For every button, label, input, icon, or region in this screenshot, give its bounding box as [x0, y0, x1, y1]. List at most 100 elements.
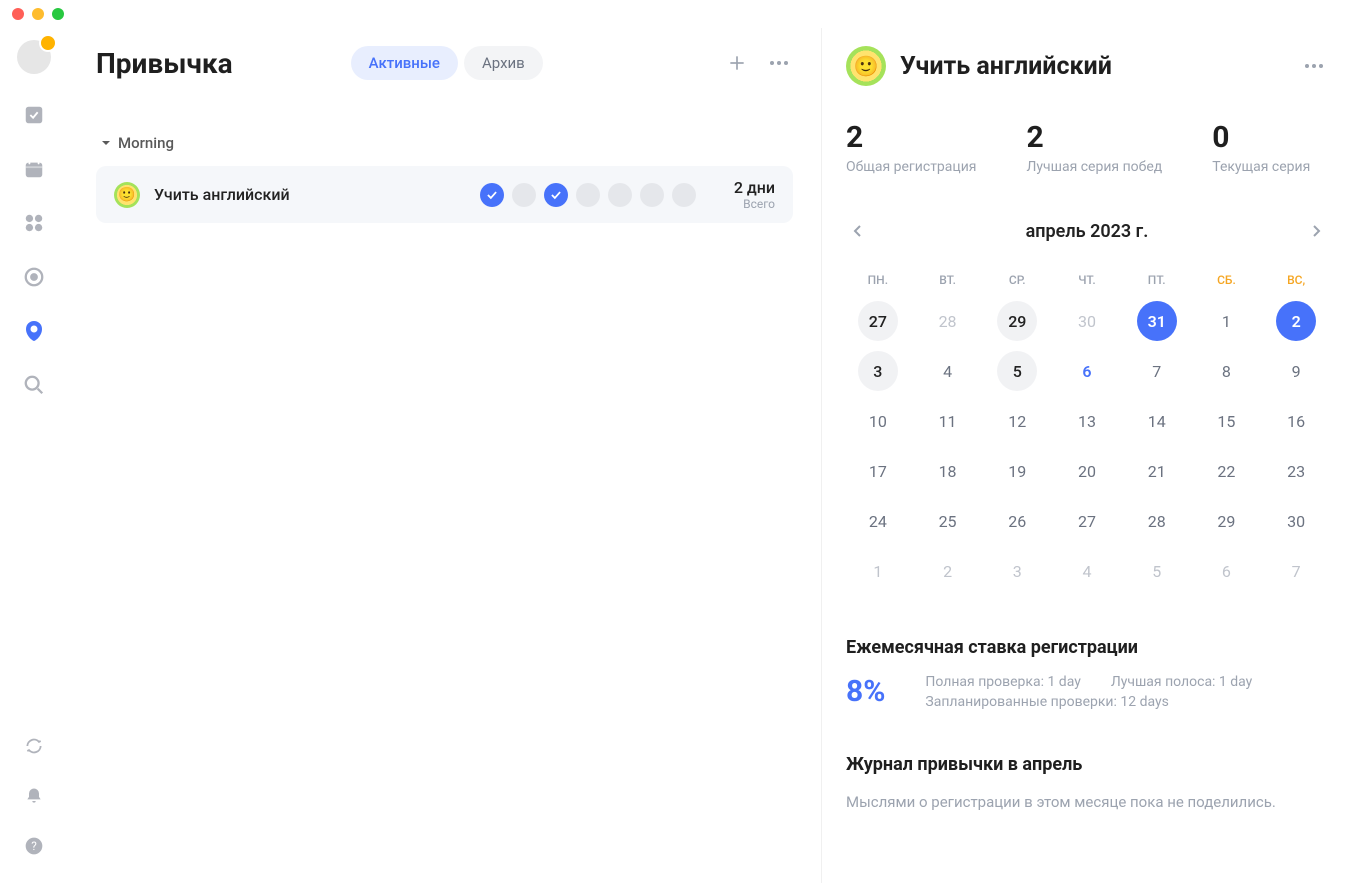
dow-label: ВТ.	[916, 267, 980, 293]
dow-label: ЧТ.	[1055, 267, 1119, 293]
calendar-day[interactable]: 11	[916, 399, 980, 443]
calendar-day[interactable]: 1	[1195, 299, 1259, 343]
calendar-day[interactable]: 18	[916, 449, 980, 493]
window-close-button[interactable]	[12, 8, 24, 20]
avatar[interactable]	[17, 40, 51, 74]
calendar-day[interactable]: 3	[985, 549, 1049, 593]
titlebar	[0, 0, 1352, 28]
calendar-day[interactable]: 4	[1055, 549, 1119, 593]
calendar-day[interactable]: 8	[1195, 349, 1259, 393]
calendar-day[interactable]: 9	[1264, 349, 1328, 393]
habit-meta: 2 дни Всего	[734, 178, 775, 211]
window-minimize-button[interactable]	[32, 8, 44, 20]
calendar-day[interactable]: 7	[1125, 349, 1189, 393]
journal: Журнал привычки в апрель Мыслями о регис…	[846, 754, 1328, 811]
journal-empty: Мыслями о регистрации в этом месяце пока…	[846, 793, 1328, 811]
nav-search[interactable]	[21, 372, 47, 398]
calendar-header: апрель 2023 г.	[846, 219, 1328, 243]
check-empty[interactable]	[672, 183, 696, 207]
nav-tasks[interactable]	[21, 102, 47, 128]
calendar-day[interactable]: 23	[1264, 449, 1328, 493]
calendar-day[interactable]: 3	[846, 349, 910, 393]
detail-title: Учить английский	[900, 52, 1112, 81]
calendar-day[interactable]: 2	[916, 549, 980, 593]
calendar-day[interactable]: 13	[1055, 399, 1119, 443]
calendar-day[interactable]: 19	[985, 449, 1049, 493]
check-done[interactable]	[480, 183, 504, 207]
stats: 2Общая регистрация2Лучшая серия побед0Те…	[846, 120, 1328, 175]
nav-focus[interactable]	[21, 264, 47, 290]
calendar-day[interactable]: 2	[1264, 299, 1328, 343]
stat-item: 2 Общая регистрация	[846, 120, 976, 175]
list-more-button[interactable]	[765, 49, 793, 77]
stat-label: Текущая серия	[1212, 159, 1310, 175]
window-maximize-button[interactable]	[52, 8, 64, 20]
dow-label: СР.	[985, 267, 1049, 293]
calendar-day[interactable]: 15	[1195, 399, 1259, 443]
calendar-day[interactable]: 6	[1195, 549, 1259, 593]
calendar-day[interactable]: 12	[985, 399, 1049, 443]
stat-num: 2	[846, 120, 976, 155]
check-done[interactable]	[544, 183, 568, 207]
calendar-day[interactable]: 29	[1195, 499, 1259, 543]
monthly-planned: Запланированные проверки: 12 days	[925, 694, 1266, 710]
calendar: апрель 2023 г. ПН.ВТ.СР.ЧТ.ПТ.СБ.ВС,2728…	[846, 219, 1328, 593]
calendar-day[interactable]: 28	[1125, 499, 1189, 543]
calendar-day[interactable]: 5	[1125, 549, 1189, 593]
nav-notifications[interactable]	[21, 783, 47, 809]
calendar-day[interactable]: 28	[916, 299, 980, 343]
calendar-day[interactable]: 24	[846, 499, 910, 543]
calendar-day[interactable]: 5	[985, 349, 1049, 393]
calendar-day[interactable]: 29	[985, 299, 1049, 343]
calendar-next-button[interactable]	[1304, 219, 1328, 243]
calendar-day[interactable]: 30	[1055, 299, 1119, 343]
check-empty[interactable]	[512, 183, 536, 207]
habit-emoji-icon: 🙂	[114, 182, 140, 208]
calendar-day[interactable]: 22	[1195, 449, 1259, 493]
calendar-day[interactable]: 21	[1125, 449, 1189, 493]
nav-calendar[interactable]	[21, 156, 47, 182]
habit-row[interactable]: 🙂 Учить английский 2 дни Всего	[96, 166, 793, 223]
calendar-day[interactable]: 16	[1264, 399, 1328, 443]
dow-label: СБ.	[1195, 267, 1259, 293]
nav-help[interactable]: ?	[21, 833, 47, 859]
calendar-day[interactable]: 27	[1055, 499, 1119, 543]
monthly-full: Полная проверка: 1 day	[925, 674, 1080, 690]
calendar-day[interactable]: 26	[985, 499, 1049, 543]
calendar-day[interactable]: 30	[1264, 499, 1328, 543]
calendar-day[interactable]: 4	[916, 349, 980, 393]
calendar-day[interactable]: 27	[846, 299, 910, 343]
check-empty[interactable]	[608, 183, 632, 207]
nav-sync[interactable]	[21, 733, 47, 759]
calendar-grid: ПН.ВТ.СР.ЧТ.ПТ.СБ.ВС,2728293031123456789…	[846, 267, 1328, 593]
calendar-day[interactable]: 20	[1055, 449, 1119, 493]
tab-archive[interactable]: Архив	[464, 46, 543, 80]
calendar-day[interactable]: 7	[1264, 549, 1328, 593]
calendar-day[interactable]: 10	[846, 399, 910, 443]
add-habit-button[interactable]	[723, 49, 751, 77]
calendar-day[interactable]: 6	[1055, 349, 1119, 393]
calendar-day[interactable]: 17	[846, 449, 910, 493]
habit-detail-pane: 🙂 Учить английский 2Общая регистрация2Лу…	[822, 28, 1352, 883]
nav-matrix[interactable]	[21, 210, 47, 236]
tab-active[interactable]: Активные	[351, 46, 458, 80]
main: Привычка Активные Архив Morning 🙂	[68, 28, 1352, 883]
calendar-day[interactable]: 14	[1125, 399, 1189, 443]
habit-days-label: Всего	[734, 197, 775, 211]
nav-habit[interactable]	[21, 318, 47, 344]
detail-more-button[interactable]	[1300, 52, 1328, 80]
dow-label: ВС,	[1264, 267, 1328, 293]
tabs: Активные Архив	[351, 46, 543, 80]
check-empty[interactable]	[576, 183, 600, 207]
header-actions	[723, 49, 793, 77]
habit-list-pane: Привычка Активные Архив Morning 🙂	[68, 28, 822, 883]
journal-title: Журнал привычки в апрель	[846, 754, 1328, 775]
calendar-day[interactable]: 25	[916, 499, 980, 543]
stat-label: Общая регистрация	[846, 159, 976, 175]
section-morning[interactable]: Morning	[96, 134, 793, 152]
calendar-day[interactable]: 31	[1125, 299, 1189, 343]
check-empty[interactable]	[640, 183, 664, 207]
calendar-day[interactable]: 1	[846, 549, 910, 593]
calendar-prev-button[interactable]	[846, 219, 870, 243]
monthly-rate: Ежемесячная ставка регистрации 8% Полная…	[846, 637, 1328, 710]
